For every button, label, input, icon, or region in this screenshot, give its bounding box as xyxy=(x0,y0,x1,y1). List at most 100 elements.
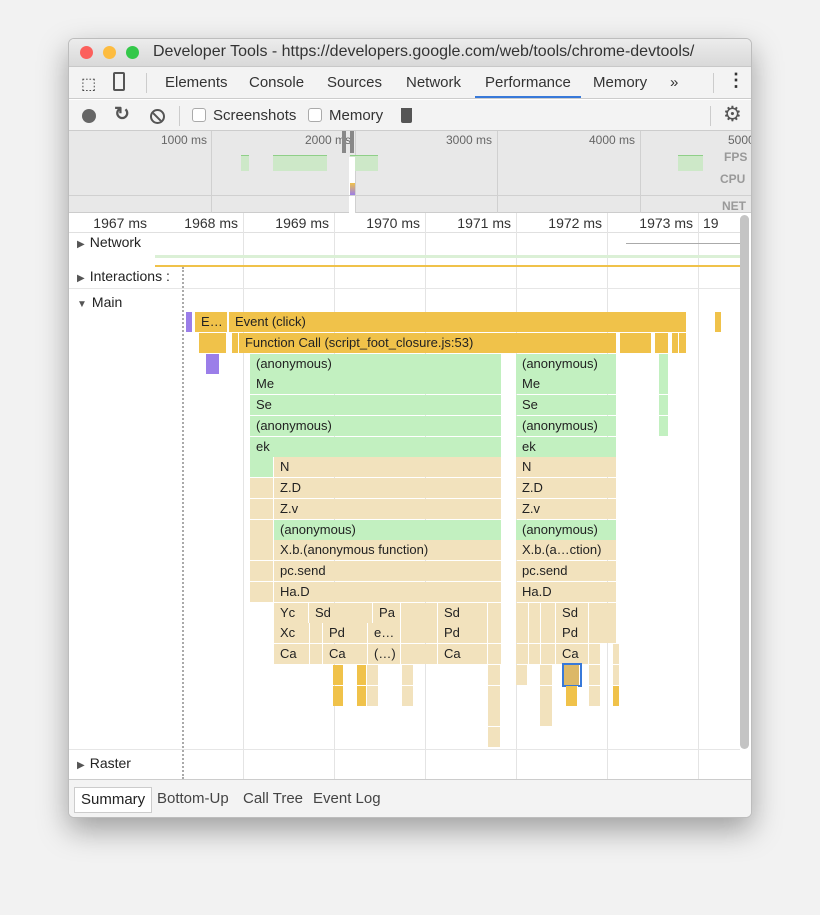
flame-block[interactable] xyxy=(186,312,194,332)
flame-block[interactable] xyxy=(613,644,620,664)
flame-block[interactable]: ek xyxy=(250,436,502,457)
network-request-bar[interactable] xyxy=(626,243,740,244)
flame-block[interactable] xyxy=(588,685,601,706)
flame-block[interactable]: Sd xyxy=(438,602,488,623)
tab-elements[interactable]: Elements xyxy=(165,74,228,91)
flame-block[interactable] xyxy=(678,332,687,353)
flame-block[interactable] xyxy=(250,540,275,561)
flame-block[interactable]: Pd xyxy=(322,623,369,644)
flame-block[interactable] xyxy=(357,685,368,706)
flame-block[interactable] xyxy=(487,602,502,623)
flame-block[interactable] xyxy=(487,664,501,685)
flame-block[interactable] xyxy=(588,602,617,623)
flame-block[interactable]: E… xyxy=(195,312,228,332)
flame-block[interactable]: Me xyxy=(250,374,502,395)
tab-network[interactable]: Network xyxy=(406,74,461,91)
flame-block[interactable]: Ca xyxy=(274,644,310,664)
tab-summary[interactable]: Summary xyxy=(74,787,153,813)
flame-block[interactable]: N xyxy=(515,457,617,478)
flame-block[interactable] xyxy=(487,706,501,727)
minimize-button[interactable] xyxy=(103,46,116,59)
flame-block[interactable] xyxy=(588,664,601,685)
flame-block[interactable] xyxy=(658,353,669,374)
flame-block[interactable] xyxy=(540,706,554,727)
flame-block[interactable] xyxy=(250,457,275,478)
flame-block[interactable] xyxy=(487,727,501,747)
flame-block[interactable] xyxy=(613,664,620,685)
flame-block[interactable] xyxy=(250,498,275,519)
flame-block[interactable]: (…) xyxy=(368,644,401,664)
settings-gear-icon[interactable]: ⚙ xyxy=(723,102,742,127)
flame-block[interactable]: Xc xyxy=(274,623,310,644)
flame-block[interactable] xyxy=(309,644,323,664)
flame-block[interactable]: Pd xyxy=(438,623,488,644)
screenshots-checkbox[interactable] xyxy=(192,108,206,122)
flame-block[interactable]: Ha.D xyxy=(515,581,617,602)
device-toolbar-icon[interactable] xyxy=(113,72,125,91)
flame-block[interactable]: Pd xyxy=(556,623,589,644)
tab-event-log[interactable]: Event Log xyxy=(307,787,387,813)
flame-block[interactable] xyxy=(400,602,438,623)
flame-block[interactable] xyxy=(561,662,582,687)
flame-block[interactable] xyxy=(515,644,529,664)
flame-block[interactable] xyxy=(671,332,679,353)
flame-block[interactable]: Ha.D xyxy=(274,581,502,602)
tab-sources[interactable]: Sources xyxy=(327,74,382,91)
flame-block[interactable] xyxy=(400,644,438,664)
selection-handle-right[interactable] xyxy=(350,131,354,153)
flame-block[interactable]: Yc xyxy=(274,602,309,623)
flame-block[interactable]: pc.send xyxy=(274,561,502,581)
flame-block[interactable]: e… xyxy=(368,623,401,644)
flame-block[interactable] xyxy=(541,602,557,623)
flame-block[interactable]: Z.D xyxy=(274,478,502,498)
flame-block[interactable] xyxy=(529,602,541,623)
flame-block[interactable]: Ca xyxy=(556,644,589,664)
flame-block[interactable] xyxy=(515,602,529,623)
flame-block[interactable] xyxy=(332,664,344,685)
more-options-icon[interactable]: ⋮ xyxy=(727,70,745,91)
flame-block[interactable] xyxy=(487,623,502,644)
flame-block[interactable] xyxy=(565,685,578,706)
memory-checkbox[interactable] xyxy=(308,108,322,122)
flame-block[interactable]: pc.send xyxy=(515,561,617,581)
vertical-scrollbar[interactable] xyxy=(740,215,749,749)
selection-handle-left[interactable] xyxy=(342,131,346,153)
flame-block[interactable] xyxy=(231,332,239,353)
flame-block[interactable]: Se xyxy=(515,395,617,415)
flame-block[interactable] xyxy=(400,623,438,644)
flame-block[interactable] xyxy=(613,685,620,706)
flame-block[interactable]: Event (click) xyxy=(228,312,687,332)
flame-block[interactable]: Me xyxy=(515,374,617,395)
flame-block[interactable] xyxy=(658,395,669,415)
tab-performance[interactable]: Performance xyxy=(485,74,571,91)
flame-block[interactable] xyxy=(357,664,368,685)
flame-block[interactable]: X.b.(a…ction) xyxy=(515,540,617,561)
flame-block[interactable]: X.b.(anonymous function) xyxy=(274,540,502,561)
track-network[interactable]: ▶ Network xyxy=(77,234,141,250)
flame-block[interactable]: (anonymous) xyxy=(515,519,617,540)
flame-block[interactable]: (anonymous) xyxy=(515,353,617,374)
track-interactions[interactable]: ▶ Interactions : xyxy=(77,268,170,284)
flame-block[interactable]: Ca xyxy=(438,644,488,664)
flame-block[interactable] xyxy=(715,312,723,332)
garbage-collect-icon[interactable] xyxy=(401,108,412,123)
flame-block[interactable] xyxy=(658,374,669,395)
flame-block[interactable] xyxy=(401,685,414,706)
flame-block[interactable] xyxy=(309,623,323,644)
track-main[interactable]: ▼ Main xyxy=(77,294,122,310)
flame-block[interactable] xyxy=(620,332,653,353)
flame-block[interactable] xyxy=(540,685,554,706)
flame-block[interactable]: Sd xyxy=(556,602,589,623)
flame-block[interactable] xyxy=(198,332,227,353)
inspect-element-icon[interactable]: ⬚ xyxy=(81,74,96,94)
flame-block[interactable]: Function Call (script_foot_closure.js:53… xyxy=(238,332,617,353)
tab-bottom-up[interactable]: Bottom-Up xyxy=(151,787,235,813)
flame-block[interactable]: Sd xyxy=(308,602,374,623)
flame-block[interactable] xyxy=(658,415,669,436)
flame-block[interactable] xyxy=(367,685,380,706)
flame-block[interactable]: (anonymous) xyxy=(250,353,502,374)
flame-block[interactable] xyxy=(401,664,414,685)
tab-console[interactable]: Console xyxy=(249,74,304,91)
flame-block[interactable]: Pa xyxy=(373,602,401,623)
reload-icon[interactable]: ↻ xyxy=(114,103,130,126)
